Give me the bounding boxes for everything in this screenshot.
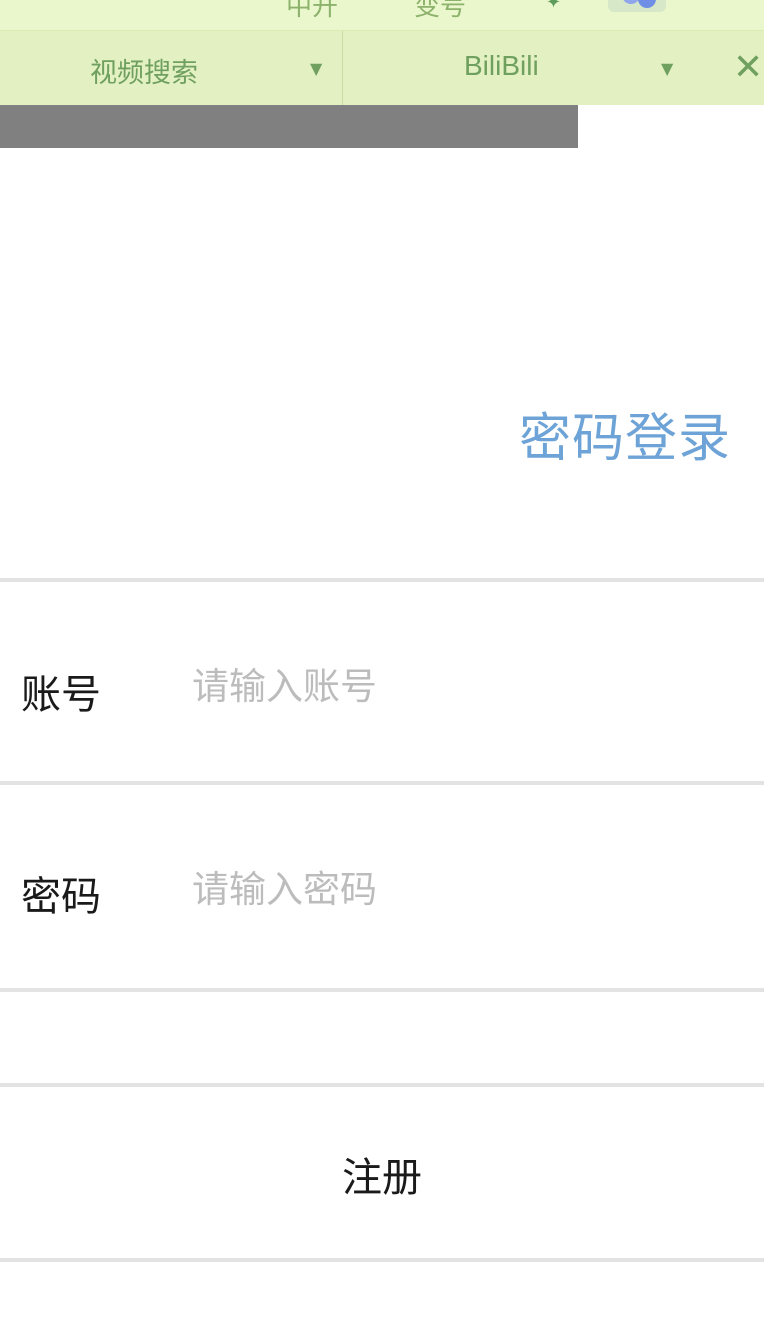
top-strip-text-1[interactable]: 中开 [286,0,338,23]
top-strip-text-2[interactable]: 变号 [414,0,466,23]
source-dropdown[interactable]: BiliBili ▼ [343,31,703,105]
divider-register-top [0,1083,764,1087]
register-button[interactable]: 注册 [0,1088,764,1260]
password-input[interactable] [192,859,732,919]
search-toolbar: 视频搜索 ▼ BiliBili ▼ ✕ [0,31,764,106]
page-title: 密码登录 [518,409,731,469]
password-row: 密码 [0,785,764,983]
search-type-label: 视频搜索 [90,58,198,89]
account-label: 账号 [21,672,101,718]
caret-down-icon: ▼ [661,59,674,78]
password-label: 密码 [21,874,101,920]
divider-register-bottom [0,1258,764,1262]
account-input[interactable] [192,656,732,716]
caret-down-icon: ▼ [310,59,323,78]
sparkle-icon[interactable]: ✦ [546,0,564,12]
login-page: 中开 变号 ✦ 视频搜索 ▼ BiliBili ▼ ✕ 密码登录 账号 密码 注… [0,0,764,1326]
loading-progress-fill [0,105,578,148]
close-icon[interactable]: ✕ [733,50,764,86]
divider-password [0,988,764,992]
account-row: 账号 [0,582,764,780]
top-browser-strip: 中开 变号 ✦ [0,0,764,31]
help-badge-dot-front [638,0,656,8]
search-type-dropdown[interactable]: 视频搜索 ▼ [0,31,343,105]
source-label: BiliBili [464,50,539,81]
help-badge-icon[interactable] [608,0,666,12]
loading-progress-bar [0,105,764,148]
